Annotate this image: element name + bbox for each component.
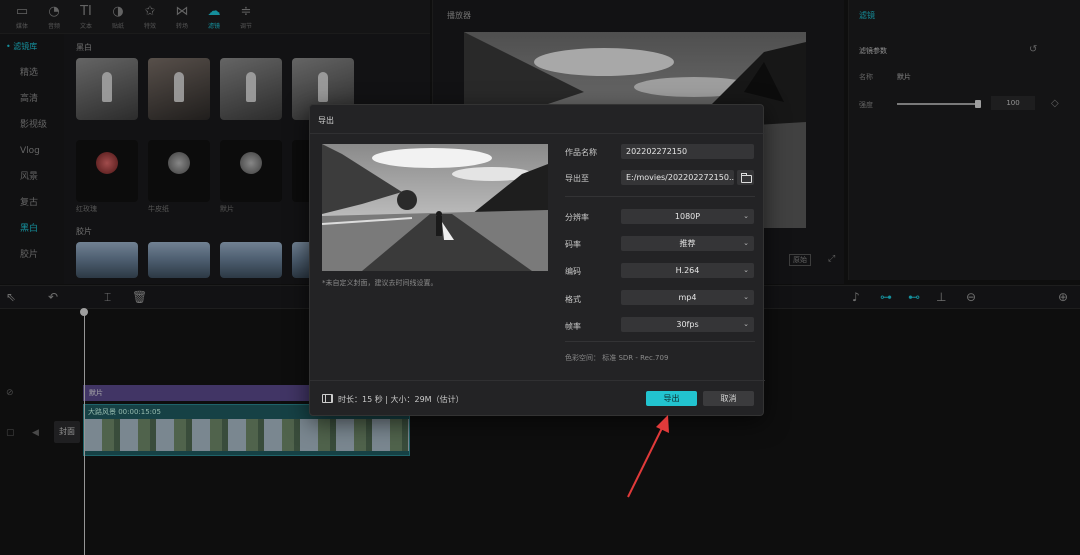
export-dialog: 导出 *未自定义封面，建议去时间线设置。 作品名称 202202272150 导… — [309, 104, 765, 416]
cover-preview-scene — [322, 144, 548, 271]
duration-size-info: 时长：15 秒 | 大小：29M（估计） — [338, 395, 464, 404]
chevron-down-icon: ⌄ — [743, 239, 749, 247]
format-label: 格式 — [565, 295, 581, 304]
resolution-label: 分辨率 — [565, 213, 589, 222]
format-select[interactable]: mp4 ⌄ — [621, 290, 754, 305]
framerate-select[interactable]: 30fps ⌄ — [621, 317, 754, 332]
framerate-label: 帧率 — [565, 322, 581, 331]
resolution-select[interactable]: 1080P ⌄ — [621, 209, 754, 224]
path-field-label: 导出至 — [565, 174, 589, 183]
export-cover-preview[interactable] — [322, 144, 548, 271]
codec-select[interactable]: H.264 ⌄ — [621, 263, 754, 278]
chevron-down-icon: ⌄ — [743, 212, 749, 220]
codec-label: 编码 — [565, 267, 581, 276]
bitrate-label: 码率 — [565, 240, 581, 249]
name-field-label: 作品名称 — [565, 148, 597, 157]
cover-hint: *未自定义封面，建议去时间线设置。 — [322, 279, 438, 287]
color-space-info: 色彩空间： 标准 SDR - Rec.709 — [565, 354, 669, 362]
export-button[interactable]: 导出 — [646, 391, 697, 406]
film-icon — [322, 394, 333, 403]
cancel-button[interactable]: 取消 — [703, 391, 754, 406]
bitrate-select[interactable]: 推荐 ⌄ — [621, 236, 754, 251]
chevron-down-icon: ⌄ — [743, 293, 749, 301]
chevron-down-icon: ⌄ — [743, 266, 749, 274]
chevron-down-icon: ⌄ — [743, 320, 749, 328]
dialog-title: 导出 — [318, 116, 334, 125]
folder-icon[interactable] — [737, 170, 754, 185]
name-input[interactable]: 202202272150 — [621, 144, 754, 159]
export-path-input[interactable]: E:/movies/202202272150... — [621, 170, 734, 185]
